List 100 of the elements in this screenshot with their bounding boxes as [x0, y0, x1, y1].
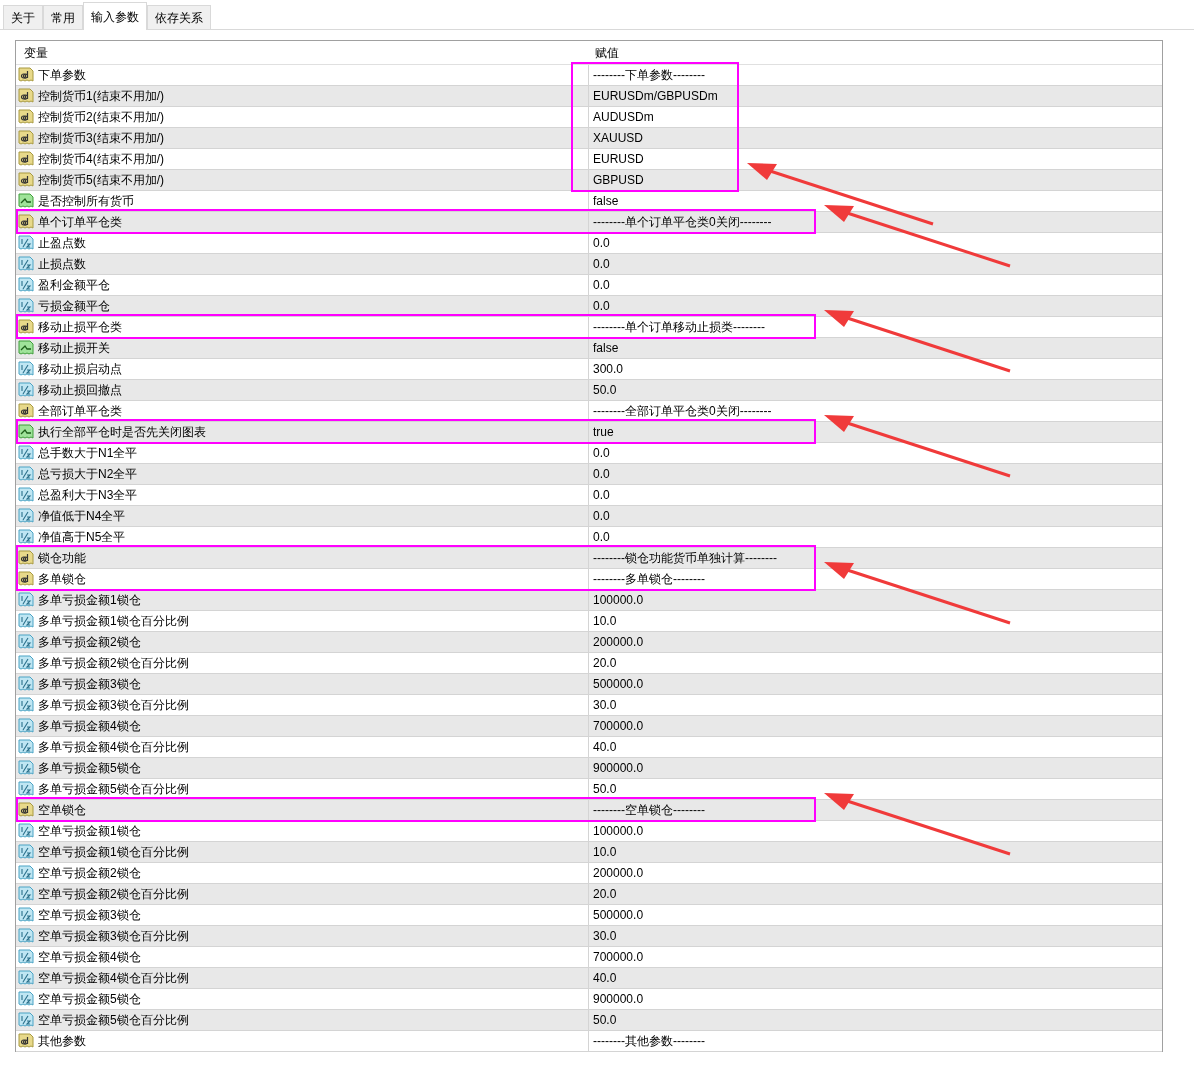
parameter-name: 总亏损大于N2全平: [38, 466, 138, 483]
page-icon: [18, 172, 34, 188]
page-icon: [18, 487, 34, 503]
page-icon: [18, 655, 34, 671]
parameter-value[interactable]: GBPUSD: [589, 171, 644, 189]
page-icon: [18, 361, 34, 377]
page-icon: [18, 550, 34, 566]
parameter-name: 空单锁仓: [38, 802, 86, 819]
parameter-value[interactable]: 500000.0: [589, 906, 644, 924]
parameter-value[interactable]: true: [589, 423, 614, 441]
page-icon: [18, 928, 34, 944]
chart-icon: [18, 340, 34, 356]
parameter-value[interactable]: 0.0: [589, 444, 610, 462]
page-icon: [18, 676, 34, 692]
parameter-value[interactable]: 20.0: [589, 654, 617, 672]
parameter-value[interactable]: 200000.0: [589, 864, 644, 882]
parameter-value[interactable]: 30.0: [589, 927, 617, 945]
page-icon: [18, 886, 34, 902]
page-icon: [18, 991, 34, 1007]
parameter-value[interactable]: 500000.0: [589, 675, 644, 693]
parameter-name: 多单亏损金额5锁仓: [38, 760, 141, 777]
parameter-value[interactable]: --------单个订单移动止损类--------: [589, 318, 765, 336]
page-icon: [18, 277, 34, 293]
parameter-value[interactable]: 0.0: [589, 297, 610, 315]
parameter-name: 止盈点数: [38, 235, 86, 252]
page-icon: [18, 949, 34, 965]
parameter-value[interactable]: 0.0: [589, 486, 610, 504]
page-icon: [18, 970, 34, 986]
page-icon: [18, 508, 34, 524]
parameter-name: 盈利金额平仓: [38, 277, 110, 294]
parameter-value[interactable]: 100000.0: [589, 822, 644, 840]
parameter-value[interactable]: 50.0: [589, 381, 617, 399]
parameter-name: 移动止损平仓类: [38, 319, 122, 336]
page-icon: [18, 592, 34, 608]
parameter-value[interactable]: --------下单参数--------: [589, 66, 705, 84]
parameter-value[interactable]: 0.0: [589, 528, 610, 546]
parameter-value[interactable]: 10.0: [589, 843, 617, 861]
parameter-value[interactable]: 900000.0: [589, 990, 644, 1008]
page-icon: [18, 466, 34, 482]
tab[interactable]: 关于: [3, 5, 43, 29]
chart-icon: [18, 193, 34, 209]
parameter-value[interactable]: 700000.0: [589, 717, 644, 735]
parameter-value[interactable]: --------多单锁仓--------: [589, 570, 705, 588]
parameter-value[interactable]: 10.0: [589, 612, 617, 630]
page-icon: [18, 403, 34, 419]
parameter-name: 空单亏损金额2锁仓: [38, 865, 141, 882]
parameter-value[interactable]: 100000.0: [589, 591, 644, 609]
page-icon: [18, 571, 34, 587]
page-icon: [18, 256, 34, 272]
parameter-name: 空单亏损金额2锁仓百分比例: [38, 886, 189, 903]
parameter-value[interactable]: --------锁仓功能货币单独计算--------: [589, 549, 777, 567]
page-icon: [18, 445, 34, 461]
parameter-name: 多单亏损金额3锁仓百分比例: [38, 697, 189, 714]
parameter-value[interactable]: --------全部订单平仓类0关闭--------: [589, 402, 772, 420]
parameter-value[interactable]: 30.0: [589, 696, 617, 714]
parameter-name: 总盈利大于N3全平: [38, 487, 138, 504]
parameter-name: 执行全部平仓时是否先关闭图表: [38, 424, 206, 441]
parameter-name: 净值高于N5全平: [38, 529, 126, 546]
parameter-value[interactable]: false: [589, 192, 619, 210]
parameter-value[interactable]: 20.0: [589, 885, 617, 903]
tab[interactable]: 常用: [43, 5, 83, 29]
column-header: 变量: [23, 44, 49, 62]
parameter-value[interactable]: 0.0: [589, 255, 610, 273]
page-icon: [18, 130, 34, 146]
parameter-name: 移动止损开关: [38, 340, 110, 357]
page-icon: [18, 613, 34, 629]
parameter-name: 空单亏损金额3锁仓: [38, 907, 141, 924]
parameter-value[interactable]: 0.0: [589, 507, 610, 525]
page-icon: [18, 907, 34, 923]
parameter-value[interactable]: 50.0: [589, 780, 617, 798]
parameter-name: 控制货币2(结束不用加/): [38, 109, 164, 126]
parameter-value[interactable]: 0.0: [589, 465, 610, 483]
parameter-value[interactable]: 0.0: [589, 276, 610, 294]
parameter-name: 多单锁仓: [38, 571, 86, 588]
parameter-value[interactable]: --------空单锁仓--------: [589, 801, 705, 819]
parameter-value[interactable]: false: [589, 339, 619, 357]
parameter-value[interactable]: XAUUSD: [589, 129, 643, 147]
parameter-value[interactable]: --------其他参数--------: [589, 1032, 705, 1050]
parameter-name: 是否控制所有货币: [38, 193, 134, 210]
parameter-value[interactable]: AUDUSDm: [589, 108, 654, 126]
tab[interactable]: 输入参数: [83, 2, 147, 30]
parameter-value[interactable]: 40.0: [589, 969, 617, 987]
column-header: 赋值: [594, 44, 619, 62]
parameter-name: 多单亏损金额1锁仓百分比例: [38, 613, 189, 630]
parameter-value[interactable]: 900000.0: [589, 759, 644, 777]
parameter-value[interactable]: --------单个订单平仓类0关闭--------: [589, 213, 772, 231]
parameter-value[interactable]: 40.0: [589, 738, 617, 756]
parameter-value[interactable]: 200000.0: [589, 633, 644, 651]
parameter-value[interactable]: EURUSDm/GBPUSDm: [589, 87, 718, 105]
page-icon: [18, 109, 34, 125]
parameter-name: 空单亏损金额3锁仓百分比例: [38, 928, 189, 945]
parameter-value[interactable]: 0.0: [589, 234, 610, 252]
parameter-value[interactable]: 300.0: [589, 360, 624, 378]
parameter-value[interactable]: EURUSD: [589, 150, 644, 168]
parameter-name: 全部订单平仓类: [38, 403, 122, 420]
parameter-name: 多单亏损金额2锁仓百分比例: [38, 655, 189, 672]
page-icon: [18, 151, 34, 167]
parameter-value[interactable]: 50.0: [589, 1011, 617, 1029]
tab[interactable]: 依存关系: [147, 5, 211, 29]
parameter-value[interactable]: 700000.0: [589, 948, 644, 966]
